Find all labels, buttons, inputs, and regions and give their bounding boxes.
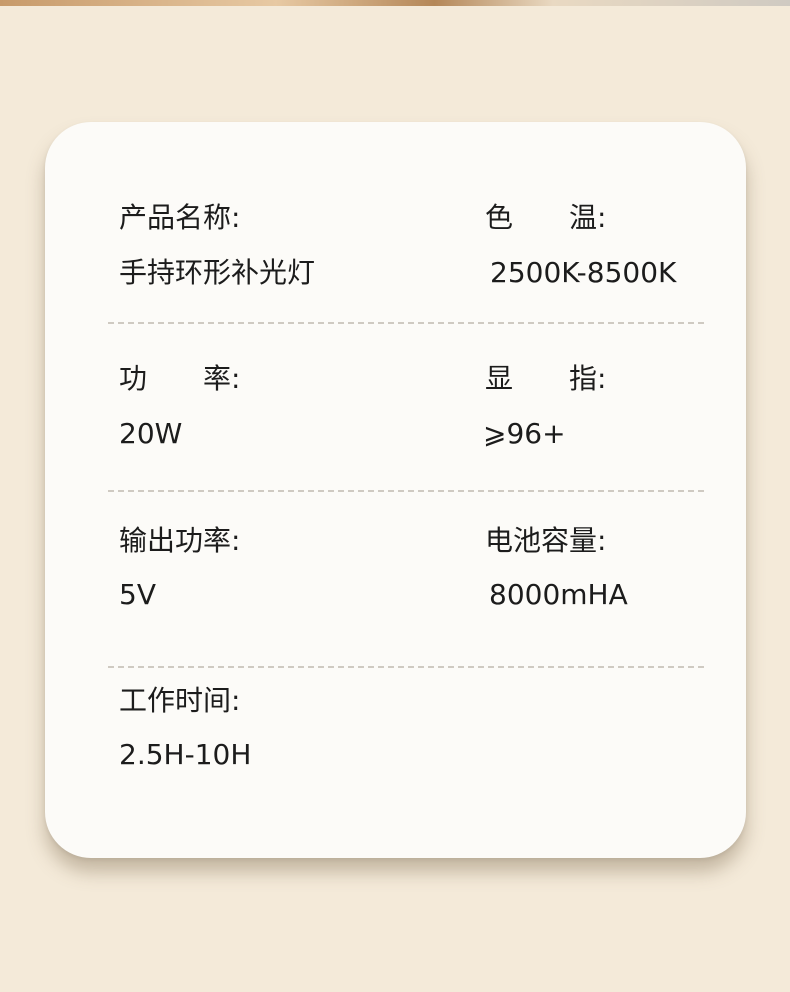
spec-value-product-name: 手持环形补光灯 xyxy=(119,256,316,289)
spec-label-power: 功 率: xyxy=(119,362,241,395)
spec-card: 产品名称: 手持环形补光灯 色 温: 2500K-8500K 功 率: 20W … xyxy=(45,122,746,858)
header-image-strip xyxy=(0,0,790,6)
spec-value-output-power: 5V xyxy=(119,578,156,611)
divider xyxy=(108,490,704,492)
spec-label-color-temperature: 色 温: xyxy=(485,201,607,234)
spec-label-output-power: 输出功率: xyxy=(119,524,241,557)
spec-value-working-time: 2.5H-10H xyxy=(119,738,252,771)
spec-value-power: 20W xyxy=(119,417,183,450)
divider xyxy=(108,666,704,668)
spec-label-product-name: 产品名称: xyxy=(119,201,241,234)
divider xyxy=(108,322,704,324)
spec-label-cri: 显 指: xyxy=(485,362,607,395)
spec-value-battery-capacity: 8000mHA xyxy=(489,578,628,611)
spec-value-cri: ⩾96+ xyxy=(483,417,566,450)
spec-value-color-temperature: 2500K-8500K xyxy=(490,256,677,289)
spec-label-battery-capacity: 电池容量: xyxy=(485,524,607,557)
spec-label-working-time: 工作时间: xyxy=(119,684,241,717)
